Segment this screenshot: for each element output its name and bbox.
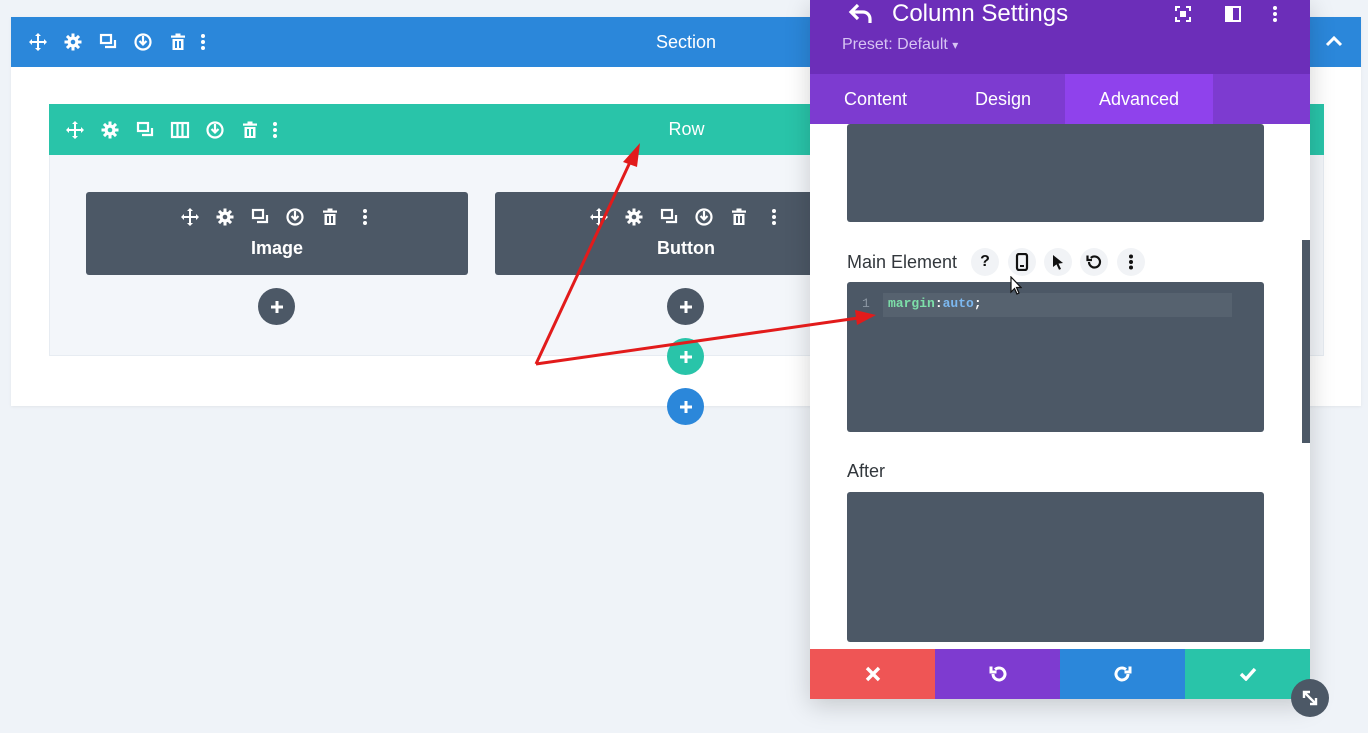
duplicate-icon[interactable] <box>651 206 686 228</box>
more-dots-icon[interactable] <box>347 206 382 228</box>
css-colon: : <box>934 296 943 311</box>
help-icon-glyph: ? <box>980 253 990 270</box>
image-module-label: Image <box>250 238 304 258</box>
after-css-editor[interactable] <box>847 492 1264 642</box>
more-dots-icon[interactable] <box>1272 5 1278 23</box>
tab-design[interactable]: Design <box>941 74 1065 124</box>
before-css-editor[interactable] <box>847 124 1264 222</box>
sidebar-icon[interactable] <box>1224 5 1242 23</box>
fullscreen-icon[interactable] <box>1174 5 1192 23</box>
module-toolbar <box>86 206 468 228</box>
reset-icon[interactable] <box>1080 248 1108 276</box>
redo-button[interactable] <box>1060 649 1185 699</box>
redo-icon <box>1114 666 1131 682</box>
phone-icon[interactable] <box>1008 248 1036 276</box>
panel-scrollbar[interactable] <box>1302 240 1310 443</box>
css-property: margin <box>888 296 935 311</box>
chevron-down-icon: ▾ <box>952 38 959 52</box>
css-value: auto <box>942 296 974 311</box>
panel-title: Column Settings <box>892 0 1069 27</box>
back-arrow-icon[interactable] <box>848 3 874 25</box>
after-label: After <box>847 461 886 481</box>
undo-icon <box>989 666 1006 682</box>
css-code[interactable]: margin:auto; <box>888 296 982 311</box>
plus-icon <box>679 400 692 413</box>
preset-selector[interactable]: Preset: Default ▾ <box>842 36 958 54</box>
close-icon <box>865 666 880 682</box>
duplicate-icon[interactable] <box>242 206 277 228</box>
trash-icon[interactable] <box>721 206 756 228</box>
gear-icon[interactable] <box>616 206 651 228</box>
add-section-button[interactable] <box>667 388 704 425</box>
add-row-button[interactable] <box>667 338 704 375</box>
more-dots-icon[interactable] <box>756 206 791 228</box>
move-icon[interactable] <box>172 206 207 228</box>
panel-tabs: Content Design Advanced <box>810 74 1310 124</box>
plus-icon <box>679 300 692 313</box>
check-icon <box>1239 667 1256 681</box>
css-semicolon: ; <box>973 296 982 311</box>
cursor-icon[interactable] <box>1044 248 1072 276</box>
add-module-button[interactable] <box>258 288 295 325</box>
gear-icon[interactable] <box>207 206 242 228</box>
more-dots-icon[interactable] <box>1117 248 1145 276</box>
preset-label: Preset: Default <box>842 36 948 53</box>
help-icon[interactable]: ? <box>971 248 999 276</box>
resize-icon <box>1302 690 1318 706</box>
mouse-pointer-icon <box>1010 276 1022 295</box>
line-number: 1 <box>862 296 870 311</box>
cancel-button[interactable] <box>810 649 935 699</box>
tab-content[interactable]: Content <box>810 74 941 124</box>
save-to-library-icon[interactable] <box>277 206 312 228</box>
panel-header[interactable]: Column Settings Preset: Default ▾ <box>810 0 1310 74</box>
chevron-up-icon[interactable] <box>1323 31 1345 53</box>
resize-handle[interactable] <box>1291 679 1329 717</box>
plus-icon <box>270 300 283 313</box>
tab-advanced[interactable]: Advanced <box>1065 74 1213 124</box>
move-icon[interactable] <box>581 206 616 228</box>
save-to-library-icon[interactable] <box>686 206 721 228</box>
plus-icon <box>679 350 692 363</box>
trash-icon[interactable] <box>312 206 347 228</box>
main-element-label: Main Element <box>847 252 958 272</box>
undo-button[interactable] <box>935 649 1060 699</box>
image-module[interactable]: Image <box>86 192 468 275</box>
add-module-button[interactable] <box>667 288 704 325</box>
